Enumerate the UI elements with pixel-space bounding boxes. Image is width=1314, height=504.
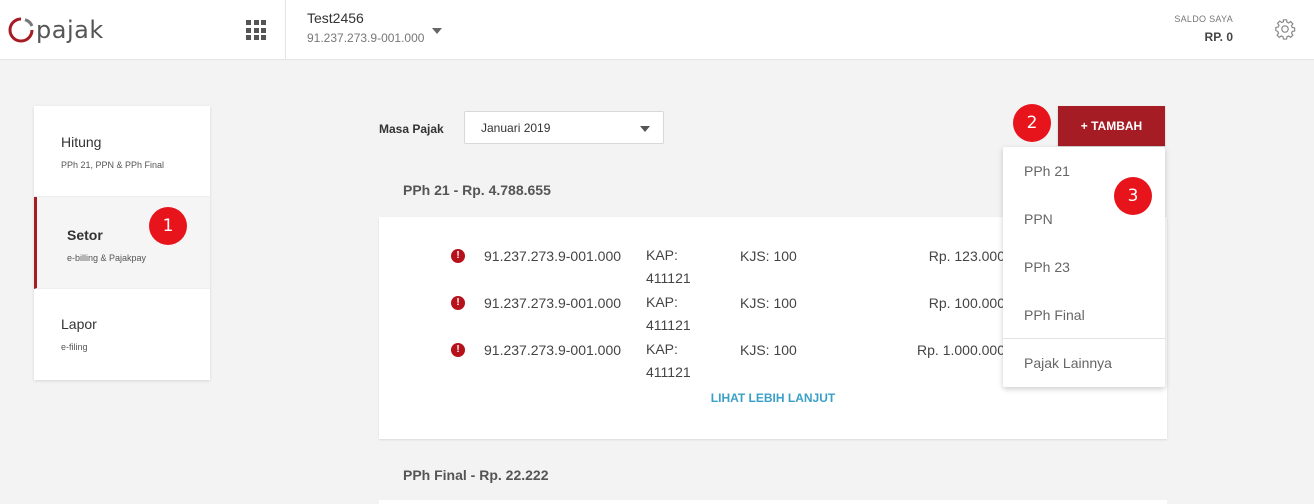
row-kjs: KJS: 100 (740, 342, 797, 358)
annotation-badge-3: 3 (1114, 177, 1152, 215)
row-amount: Rp. 123.000 (928, 248, 1005, 264)
row-npwp: 91.237.273.9-001.000 (484, 248, 622, 264)
logo-text: pajak (36, 16, 104, 44)
saldo-block: SALDO SAYA RP. 0 (1174, 14, 1233, 44)
sidebar-item-subtitle: e-billing & Pajakpay (67, 253, 147, 263)
lihat-lebih-lanjut-link[interactable]: LIHAT LEBIH LANJUT (379, 391, 1167, 405)
row-amount: Rp. 100.000 (928, 295, 1005, 311)
account-name: Test2456 (307, 10, 364, 26)
logo[interactable]: pajak (8, 16, 104, 44)
masa-pajak-label: Masa Pajak (379, 122, 444, 136)
saldo-value: RP. 0 (1204, 30, 1233, 44)
gear-icon[interactable] (1274, 18, 1296, 40)
menu-item-pph-final[interactable]: PPh Final (1003, 291, 1165, 339)
sidebar-item-subtitle: e-filing (61, 342, 88, 352)
row-kjs: KJS: 100 (740, 248, 797, 264)
row-kap: KAP: 411121 (646, 341, 691, 380)
sidebar-item-title: Lapor (61, 316, 97, 332)
sidebar-item-hitung[interactable]: Hitung PPh 21, PPN & PPh Final (34, 106, 210, 197)
row-amount: Rp. 1.000.000 (917, 342, 1005, 358)
account-npwp: 91.237.273.9-001.000 (307, 31, 425, 45)
section-title-pph-final: PPh Final - Rp. 22.222 (403, 467, 549, 483)
menu-item-pph23[interactable]: PPh 23 (1003, 243, 1165, 291)
annotation-badge-2: 2 (1013, 104, 1051, 142)
sidebar-item-title: Hitung (61, 134, 102, 150)
logo-icon (8, 17, 34, 43)
row-npwp: 91.237.273.9-001.000 (484, 295, 622, 311)
masa-pajak-select[interactable]: Januari 2019 (464, 111, 664, 144)
section-title-pph21: PPh 21 - Rp. 4.788.655 (403, 182, 551, 198)
apps-grid-icon[interactable] (246, 20, 266, 40)
sidebar-item-setor[interactable]: Setor e-billing & Pajakpay (34, 197, 210, 289)
alert-circle-icon: ! (451, 296, 465, 310)
account-switcher[interactable]: Test2456 91.237.273.9-001.000 (307, 10, 424, 45)
annotation-badge-1: 1 (149, 207, 187, 245)
row-kap: KAP: 411121 (646, 247, 691, 286)
sidebar-item-title: Setor (67, 227, 103, 243)
row-npwp: 91.237.273.9-001.000 (484, 342, 622, 358)
masa-pajak-value: Januari 2019 (481, 121, 551, 135)
sidebar-item-lapor[interactable]: Lapor e-filing (34, 289, 210, 380)
sidebar-item-subtitle: PPh 21, PPN & PPh Final (61, 160, 165, 170)
alert-circle-icon: ! (451, 249, 465, 263)
top-header: pajak Test2456 91.237.273.9-001.000 SALD… (0, 0, 1314, 60)
sidebar: Hitung PPh 21, PPN & PPh Final Setor e-b… (34, 106, 210, 380)
row-kap: KAP: 411121 (646, 294, 691, 333)
chevron-down-icon (640, 126, 650, 132)
alert-circle-icon: ! (451, 343, 465, 357)
tambah-button[interactable]: + TAMBAH (1058, 106, 1165, 146)
saldo-label: SALDO SAYA (1174, 14, 1233, 24)
menu-item-pajak-lainnya[interactable]: Pajak Lainnya (1003, 339, 1165, 387)
billing-card-2 (379, 500, 1167, 504)
header-divider (285, 0, 286, 60)
row-kjs: KJS: 100 (740, 295, 797, 311)
chevron-down-icon[interactable] (432, 28, 442, 34)
